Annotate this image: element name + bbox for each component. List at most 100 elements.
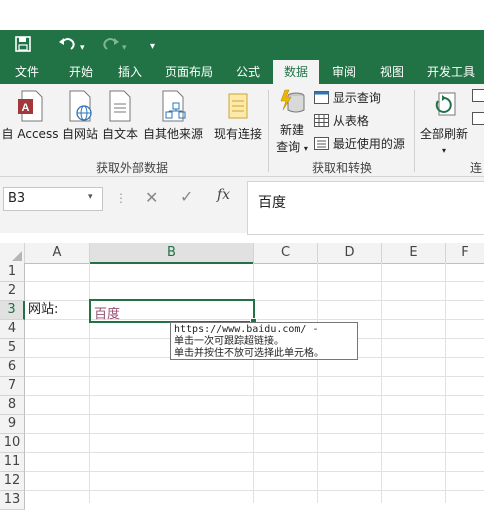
show-query-icon	[314, 91, 329, 104]
tab-file[interactable]: 文件	[2, 60, 52, 84]
row-header-4[interactable]: 4	[0, 320, 25, 339]
row-header-10[interactable]: 10	[0, 434, 25, 453]
tab-view[interactable]: 视图	[372, 60, 412, 84]
column-header-b[interactable]: B	[90, 243, 254, 264]
name-box[interactable]: B3 ▾	[3, 187, 103, 211]
row-header-5[interactable]: 5	[0, 339, 25, 358]
show-query-label: 显示查询	[333, 91, 381, 105]
undo-dropdown-icon[interactable]: ▾	[80, 39, 85, 57]
group-separator-2	[414, 90, 415, 172]
row-header-13[interactable]: 13	[0, 491, 25, 510]
group-label-connections: 连	[470, 159, 484, 176]
from-text-button[interactable]: 自文本	[100, 90, 140, 142]
refresh-all-button[interactable]: 全部刷新 ▾	[418, 90, 470, 156]
row-header-3[interactable]: 3	[0, 301, 25, 320]
tooltip-line-2: 单击一次可跟踪超链接。	[174, 336, 354, 348]
tab-home[interactable]: 开始	[58, 60, 104, 84]
gridline	[445, 263, 446, 503]
show-query-button[interactable]: 显示查询	[314, 88, 381, 108]
connections-small-icon[interactable]	[472, 88, 484, 108]
gridline	[25, 490, 484, 491]
text-file-icon	[107, 90, 133, 122]
existing-connections-button[interactable]: 现有连接	[212, 90, 264, 142]
select-all-corner[interactable]	[0, 243, 25, 264]
column-header-c[interactable]: C	[254, 243, 318, 264]
gridline	[317, 263, 318, 503]
tab-page-layout[interactable]: 页面布局	[158, 60, 220, 84]
access-icon: A	[17, 90, 43, 122]
gridline	[25, 395, 484, 396]
cell-b3-selected[interactable]: 百度	[89, 299, 255, 323]
new-query-button[interactable]: 新建 查询 ▾	[272, 88, 312, 155]
table-icon	[314, 114, 329, 127]
cancel-icon[interactable]: ✕	[145, 188, 158, 207]
title-bar: ▾ ▾ ▾	[0, 30, 484, 60]
ribbon-tabs: 文件 开始 插入 页面布局 公式 数据 审阅 视图 开发工具	[0, 60, 484, 84]
row-header-11[interactable]: 11	[0, 453, 25, 472]
from-web-label: 自网站	[62, 127, 98, 141]
cell-a3[interactable]: 网站:	[28, 301, 58, 319]
cell-b3-hyperlink[interactable]: 百度	[94, 303, 120, 322]
row-header-1[interactable]: 1	[0, 263, 25, 282]
properties-small-icon[interactable]	[472, 111, 484, 131]
existing-connections-icon	[225, 90, 251, 122]
insert-function-icon[interactable]: fx	[217, 187, 230, 203]
column-header-e[interactable]: E	[382, 243, 446, 264]
from-table-label: 从表格	[333, 114, 369, 128]
group-separator	[268, 90, 269, 172]
from-other-sources-button[interactable]: 自其他来源	[140, 90, 206, 142]
new-query-dropdown-icon: ▾	[304, 144, 308, 153]
group-label-external-data: 获取外部数据	[96, 159, 168, 176]
name-box-value: B3	[8, 191, 25, 206]
gridline	[381, 263, 382, 503]
tab-data[interactable]: 数据	[273, 60, 319, 84]
formula-bar: B3 ▾ ⋮ ✕ ✓ fx 百度	[0, 177, 484, 233]
gridline	[25, 471, 484, 472]
ribbon: A 自 Access 自网站 自文本 自其他来源	[0, 84, 484, 177]
new-query-icon	[278, 88, 306, 118]
save-icon[interactable]	[15, 36, 31, 56]
refresh-icon	[430, 90, 458, 122]
formula-input-value: 百度	[258, 192, 286, 212]
tooltip-line-3: 单击并按住不放可选择此单元格。	[174, 348, 354, 360]
undo-icon[interactable]	[58, 36, 78, 56]
redo-icon[interactable]	[100, 36, 120, 56]
tab-review[interactable]: 审阅	[324, 60, 364, 84]
refresh-all-label: 全部刷新	[420, 127, 468, 141]
column-header-f[interactable]: F	[446, 243, 484, 264]
tab-developer[interactable]: 开发工具	[420, 60, 482, 84]
gridline	[25, 281, 484, 282]
name-box-dropdown-icon[interactable]: ▾	[88, 192, 93, 202]
gridline	[25, 376, 484, 377]
from-other-sources-label: 自其他来源	[143, 127, 203, 141]
existing-connections-label: 现有连接	[214, 127, 262, 141]
column-header-d[interactable]: D	[318, 243, 382, 264]
recent-sources-icon	[314, 137, 329, 150]
gridline	[25, 414, 484, 415]
new-query-label-2: 查询	[276, 140, 300, 154]
row-header-7[interactable]: 7	[0, 377, 25, 396]
row-header-12[interactable]: 12	[0, 472, 25, 491]
tab-formulas[interactable]: 公式	[228, 60, 268, 84]
from-access-button[interactable]: A 自 Access	[0, 90, 60, 142]
svg-text:A: A	[22, 102, 30, 114]
recent-sources-button[interactable]: 最近使用的源	[314, 134, 405, 154]
from-web-button[interactable]: 自网站	[60, 90, 100, 142]
column-header-a[interactable]: A	[25, 243, 90, 264]
from-table-button[interactable]: 从表格	[314, 111, 369, 131]
enter-check-icon[interactable]: ✓	[180, 187, 193, 206]
row-header-6[interactable]: 6	[0, 358, 25, 377]
refresh-dropdown-icon: ▾	[442, 146, 446, 155]
formula-input[interactable]: 百度	[247, 181, 484, 235]
row-header-2[interactable]: 2	[0, 282, 25, 301]
row-header-8[interactable]: 8	[0, 396, 25, 415]
other-sources-icon	[158, 90, 188, 122]
from-access-label: 自 Access	[2, 127, 59, 141]
row-header-9[interactable]: 9	[0, 415, 25, 434]
new-query-label-1: 新建	[280, 123, 304, 137]
redo-dropdown-icon[interactable]: ▾	[122, 39, 127, 57]
globe-icon	[67, 90, 93, 122]
formula-bar-more-icon: ⋮	[115, 191, 127, 205]
tab-insert[interactable]: 插入	[108, 60, 152, 84]
customize-icon[interactable]: ▾	[150, 38, 155, 56]
